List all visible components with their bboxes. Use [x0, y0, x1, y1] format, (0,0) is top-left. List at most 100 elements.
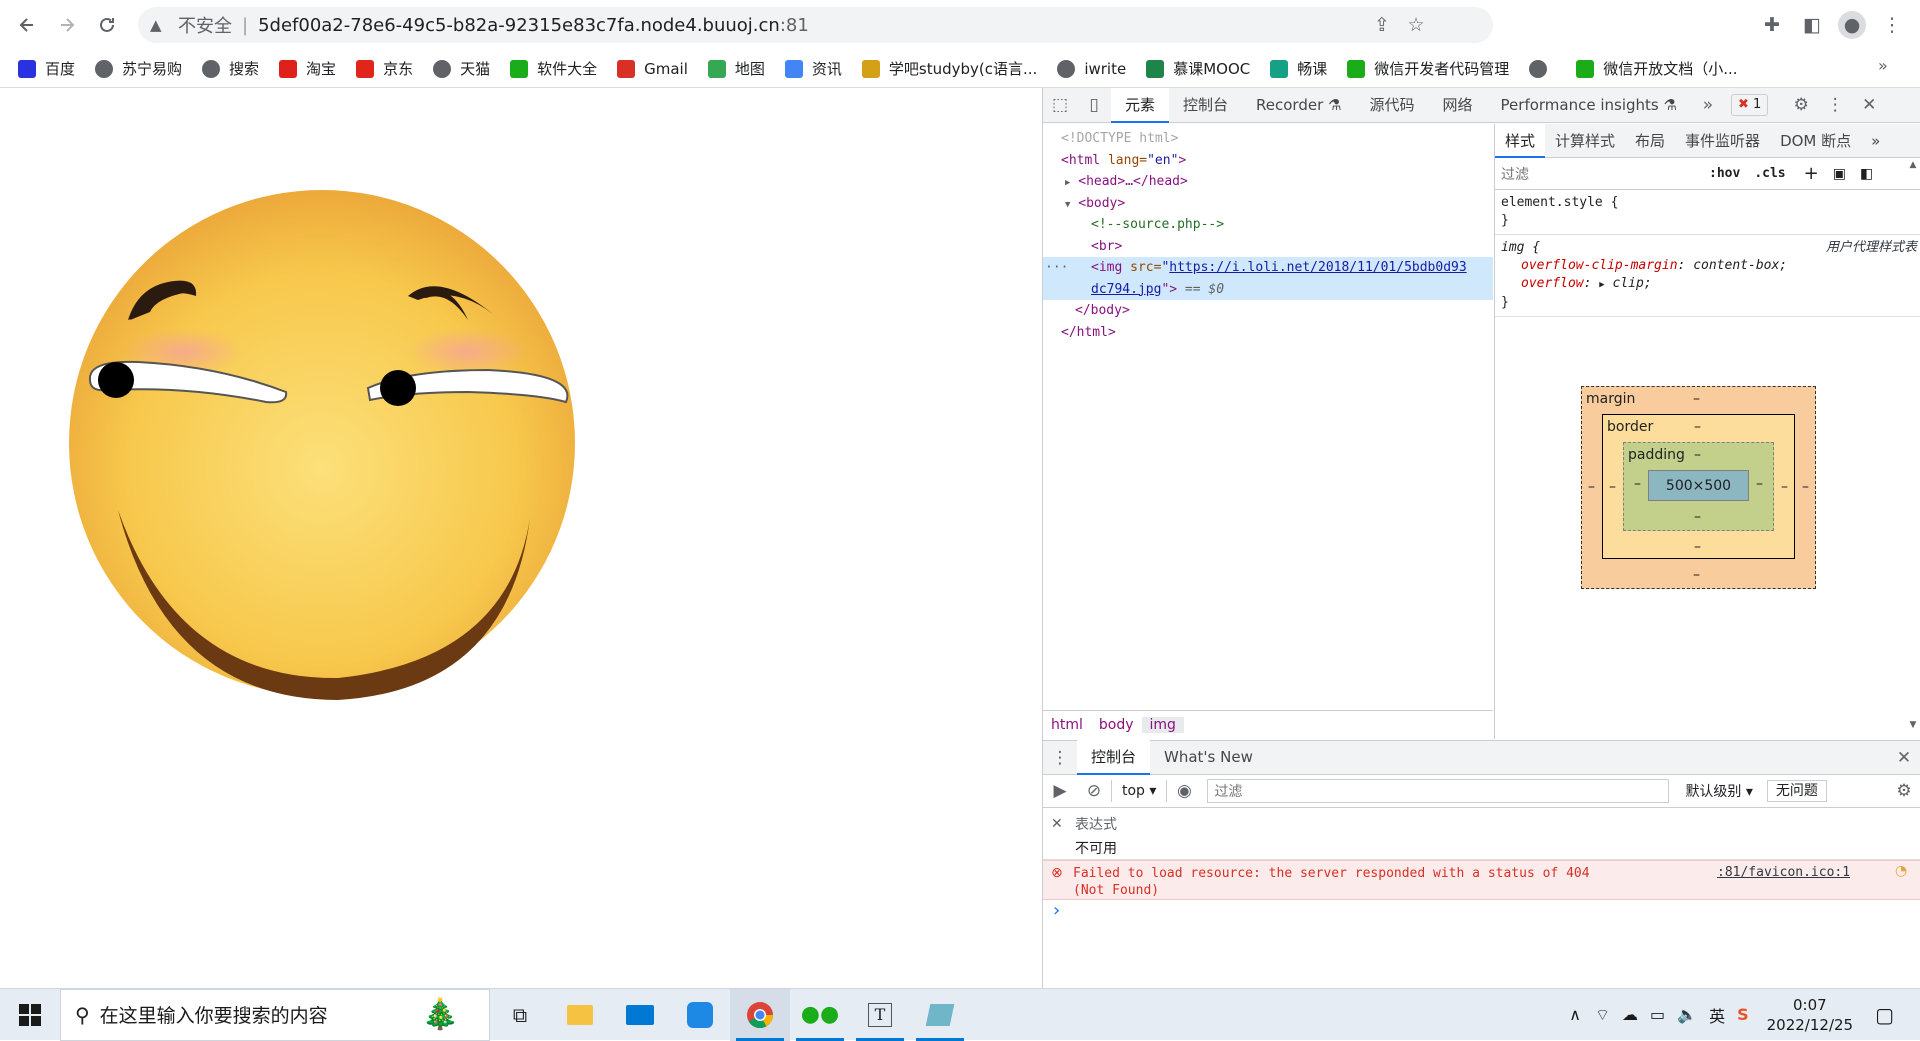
- console-prompt[interactable]: ›: [1043, 900, 1920, 921]
- clock[interactable]: 0:07 2022/12/25: [1767, 995, 1853, 1035]
- chrome-button[interactable]: [730, 988, 790, 1041]
- app-button[interactable]: [670, 989, 730, 1041]
- box-model-content[interactable]: 500×500: [1648, 470, 1749, 501]
- border-top-value[interactable]: –: [1694, 419, 1701, 435]
- expression-label[interactable]: 表达式: [1053, 814, 1920, 834]
- profile-avatar-icon[interactable]: ●: [1838, 11, 1866, 39]
- tab-network[interactable]: 网络: [1429, 88, 1487, 123]
- bookmark-item[interactable]: 慕课MOOC: [1146, 58, 1250, 79]
- close-drawer-icon[interactable]: ✕: [1887, 740, 1920, 775]
- padding-top-value[interactable]: –: [1694, 447, 1701, 463]
- sogou-ime-icon[interactable]: S: [1737, 1005, 1749, 1024]
- border-right-value[interactable]: –: [1781, 479, 1788, 495]
- margin-top-value[interactable]: –: [1693, 391, 1700, 407]
- live-expression-eye-icon[interactable]: ◉: [1167, 774, 1201, 809]
- dom-html-node[interactable]: <html lang="en">: [1043, 150, 1493, 172]
- tab-console[interactable]: 控制台: [1169, 88, 1242, 123]
- remove-expression-icon[interactable]: ✕: [1051, 816, 1063, 832]
- margin-right-value[interactable]: –: [1802, 479, 1809, 495]
- devtools-menu-icon[interactable]: ⋮: [1818, 88, 1852, 123]
- styles-tab[interactable]: 计算样式: [1545, 124, 1625, 158]
- bookmark-item[interactable]: 百度: [18, 58, 75, 79]
- toggle-sidebar-icon[interactable]: ◧: [1860, 166, 1873, 182]
- forward-button[interactable]: [52, 10, 82, 40]
- padding-left-value[interactable]: –: [1634, 476, 1641, 492]
- tab-recorder[interactable]: Recorder ⚗: [1242, 88, 1355, 123]
- bookmarks-overflow-icon[interactable]: »: [1878, 56, 1902, 80]
- notification-icon[interactable]: ▢: [1875, 1003, 1894, 1027]
- ellipsis-icon[interactable]: ···: [1043, 257, 1091, 279]
- border-left-value[interactable]: –: [1609, 479, 1616, 495]
- bookmark-item[interactable]: 软件大全: [510, 58, 597, 79]
- chevron-up-icon[interactable]: ∧: [1569, 1005, 1581, 1024]
- log-level-dropdown[interactable]: 默认级别 ▾: [1675, 781, 1762, 801]
- styles-filter-input[interactable]: [1501, 165, 1701, 182]
- reload-button[interactable]: [92, 10, 122, 40]
- wechat-button[interactable]: ●●: [790, 989, 850, 1041]
- notepad-button[interactable]: [910, 989, 970, 1041]
- cloud-icon[interactable]: ☁: [1622, 1005, 1638, 1024]
- dom-head-node[interactable]: ▶ <head>…</head>: [1043, 171, 1493, 193]
- bookmark-item[interactable]: 微信开放文档（小...: [1576, 58, 1738, 79]
- battery-icon[interactable]: ▭: [1650, 1005, 1665, 1024]
- file-explorer-button[interactable]: [550, 989, 610, 1041]
- console-sidebar-icon[interactable]: ▶: [1043, 774, 1077, 809]
- img-ua-rule[interactable]: img {用户代理样式表 overflow-clip-margin: conte…: [1495, 235, 1920, 317]
- prop-value[interactable]: content-box;: [1693, 258, 1787, 273]
- insecure-label[interactable]: 不安全: [178, 12, 232, 38]
- context-selector[interactable]: top ▾: [1111, 780, 1168, 802]
- close-devtools-icon[interactable]: ✕: [1852, 88, 1886, 123]
- warning-clock-icon[interactable]: ◔: [1895, 863, 1907, 879]
- border-bottom-value[interactable]: –: [1694, 539, 1701, 555]
- issues-button[interactable]: 无问题: [1766, 780, 1827, 802]
- address-bar[interactable]: ▲ 不安全 | 5def00a2-78e6-49c5-b82a-92315e83…: [138, 7, 1493, 43]
- bookmark-item[interactable]: 畅课: [1270, 58, 1327, 79]
- bookmark-item[interactable]: 学吧studyby(c语言...: [861, 58, 1037, 79]
- mail-button[interactable]: [610, 989, 670, 1041]
- drawer-tab-whats-new[interactable]: What's New: [1150, 740, 1267, 775]
- bookmark-item[interactable]: 微信开发者代码管理: [1347, 58, 1509, 79]
- tab-sources[interactable]: 源代码: [1356, 88, 1429, 123]
- bookmark-item[interactable]: 天猫: [433, 58, 490, 79]
- volume-icon[interactable]: 🔈: [1677, 1005, 1697, 1024]
- bookmark-item[interactable]: 资讯: [784, 58, 842, 79]
- device-toolbar-icon[interactable]: ▯: [1077, 88, 1111, 123]
- tab-performance-insights[interactable]: Performance insights ⚗: [1487, 88, 1691, 123]
- taskbar-search-box[interactable]: ⚲ 在这里输入你要搜索的内容 🎄: [60, 988, 490, 1041]
- bookmark-item[interactable]: Gmail: [617, 59, 688, 78]
- more-styles-tabs-icon[interactable]: »: [1861, 124, 1890, 158]
- bookmark-item[interactable]: iwrite: [1057, 59, 1126, 78]
- breadcrumb-item[interactable]: html: [1043, 717, 1091, 733]
- breadcrumb-item[interactable]: img: [1141, 716, 1184, 733]
- back-button[interactable]: [12, 10, 42, 40]
- typora-button[interactable]: T: [850, 989, 910, 1041]
- dom-doctype[interactable]: <!DOCTYPE html>: [1043, 128, 1493, 150]
- dom-img-node-selected[interactable]: ··· <img src="https://i.loli.net/2018/11/…: [1043, 257, 1493, 300]
- styles-tab[interactable]: 样式: [1495, 123, 1546, 158]
- task-view-button[interactable]: ⧉: [490, 989, 550, 1041]
- hov-toggle[interactable]: :hov: [1709, 166, 1740, 181]
- prop-value[interactable]: clip;: [1613, 276, 1652, 291]
- prop-name[interactable]: overflow: [1521, 276, 1584, 291]
- padding-bottom-value[interactable]: –: [1694, 509, 1701, 525]
- extensions-icon[interactable]: ✚: [1758, 11, 1786, 39]
- ime-indicator[interactable]: 英: [1709, 1003, 1725, 1027]
- styles-tab[interactable]: 事件监听器: [1675, 124, 1770, 158]
- bookmark-item[interactable]: 淘宝: [279, 58, 336, 79]
- dom-br-node[interactable]: <br>: [1043, 236, 1493, 258]
- dom-body-close[interactable]: </body>: [1043, 300, 1493, 322]
- clear-console-icon[interactable]: ⊘: [1077, 774, 1111, 809]
- styles-tab[interactable]: DOM 断点: [1770, 124, 1861, 158]
- dom-comment-node[interactable]: <!--source.php-->: [1043, 214, 1493, 236]
- dom-body-node[interactable]: ▼ <body>: [1043, 193, 1493, 215]
- error-count-badge[interactable]: ✖ 1: [1730, 94, 1769, 116]
- bookmark-item[interactable]: [1529, 59, 1556, 78]
- inspect-element-icon[interactable]: ⬚: [1043, 88, 1077, 123]
- add-rule-icon[interactable]: +: [1804, 163, 1819, 184]
- margin-left-value[interactable]: –: [1588, 479, 1595, 495]
- styles-tab[interactable]: 布局: [1625, 124, 1675, 158]
- src-link-cont[interactable]: dc794.jpg: [1091, 282, 1161, 297]
- tab-elements[interactable]: 元素: [1111, 87, 1170, 123]
- star-icon[interactable]: ☆: [1402, 11, 1430, 39]
- bookmark-item[interactable]: 京东: [356, 58, 413, 79]
